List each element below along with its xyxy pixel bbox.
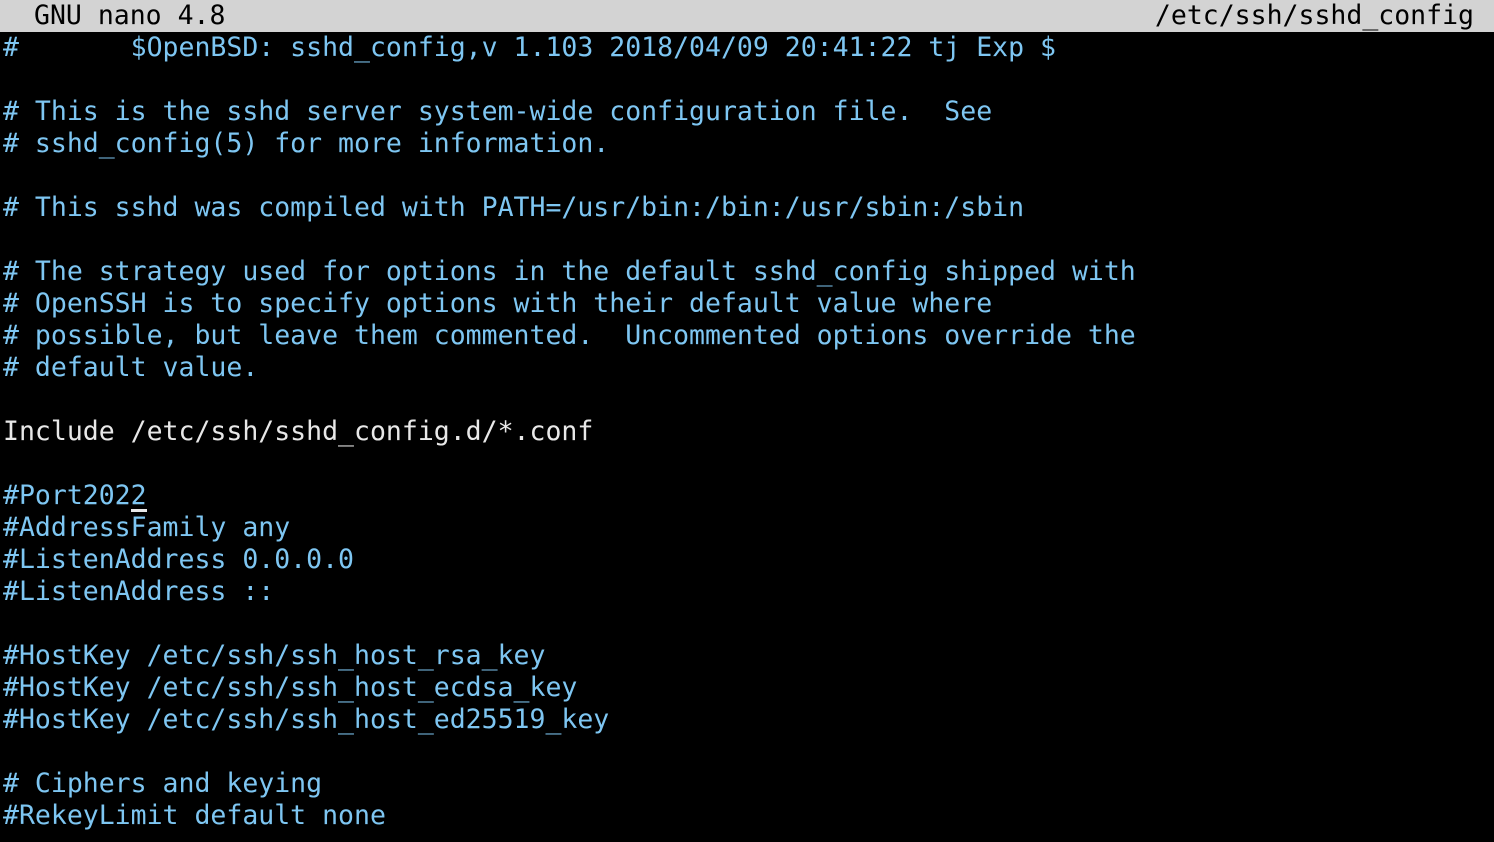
text-cursor: 2: [130, 480, 147, 512]
editor-line[interactable]: # This sshd was compiled with PATH=/usr/…: [3, 192, 1491, 224]
editor-line[interactable]: #ListenAddress ::: [3, 576, 1491, 608]
editor-line[interactable]: Include /etc/ssh/sshd_config.d/*.conf: [3, 416, 1491, 448]
terminal-window[interactable]: GNU nano 4.8 /etc/ssh/sshd_config # $Ope…: [0, 0, 1494, 842]
editor-line[interactable]: [3, 608, 1491, 640]
editor-line[interactable]: # $OpenBSD: sshd_config,v 1.103 2018/04/…: [3, 32, 1491, 64]
editor-line[interactable]: # The strategy used for options in the d…: [3, 256, 1491, 288]
editor-line[interactable]: [3, 224, 1491, 256]
editor-line[interactable]: # possible, but leave them commented. Un…: [3, 320, 1491, 352]
editor-line[interactable]: # Ciphers and keying: [3, 768, 1491, 800]
editor-line[interactable]: [3, 448, 1491, 480]
editor-line[interactable]: #Port2022: [3, 480, 1491, 512]
editor-line[interactable]: #ListenAddress 0.0.0.0: [3, 544, 1491, 576]
editor-line[interactable]: # OpenSSH is to specify options with the…: [3, 288, 1491, 320]
editor-line[interactable]: #RekeyLimit default none: [3, 800, 1491, 832]
nano-titlebar: GNU nano 4.8 /etc/ssh/sshd_config: [0, 0, 1494, 32]
editor-line[interactable]: [3, 736, 1491, 768]
editor-line[interactable]: #HostKey /etc/ssh/ssh_host_ecdsa_key: [3, 672, 1491, 704]
editor-line[interactable]: [3, 384, 1491, 416]
editor-line[interactable]: #AddressFamily any: [3, 512, 1491, 544]
app-name: GNU nano 4.8: [34, 0, 226, 31]
file-path: /etc/ssh/sshd_config: [1154, 0, 1474, 31]
editor-line[interactable]: # sshd_config(5) for more information.: [3, 128, 1491, 160]
editor-line[interactable]: [3, 160, 1491, 192]
editor-line[interactable]: # This is the sshd server system-wide co…: [3, 96, 1491, 128]
editor-line[interactable]: # default value.: [3, 352, 1491, 384]
editor-line[interactable]: [3, 64, 1491, 96]
editor-buffer[interactable]: # $OpenBSD: sshd_config,v 1.103 2018/04/…: [3, 32, 1491, 842]
editor-line[interactable]: #HostKey /etc/ssh/ssh_host_rsa_key: [3, 640, 1491, 672]
editor-line[interactable]: #HostKey /etc/ssh/ssh_host_ed25519_key: [3, 704, 1491, 736]
